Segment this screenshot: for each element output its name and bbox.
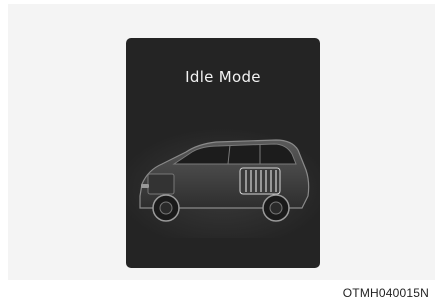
- battery-pack-icon: [239, 167, 281, 195]
- engine-icon: [147, 173, 175, 195]
- rear-wheel-icon: [262, 194, 290, 222]
- manual-figure: Idle Mode OTMH040015N: [0, 0, 439, 304]
- front-wheel-icon: [152, 194, 180, 222]
- headlight: [141, 184, 149, 188]
- cluster-display: Idle Mode: [126, 38, 320, 268]
- hybrid-vehicle-icon: [126, 128, 320, 238]
- figure-code: OTMH040015N: [342, 286, 429, 300]
